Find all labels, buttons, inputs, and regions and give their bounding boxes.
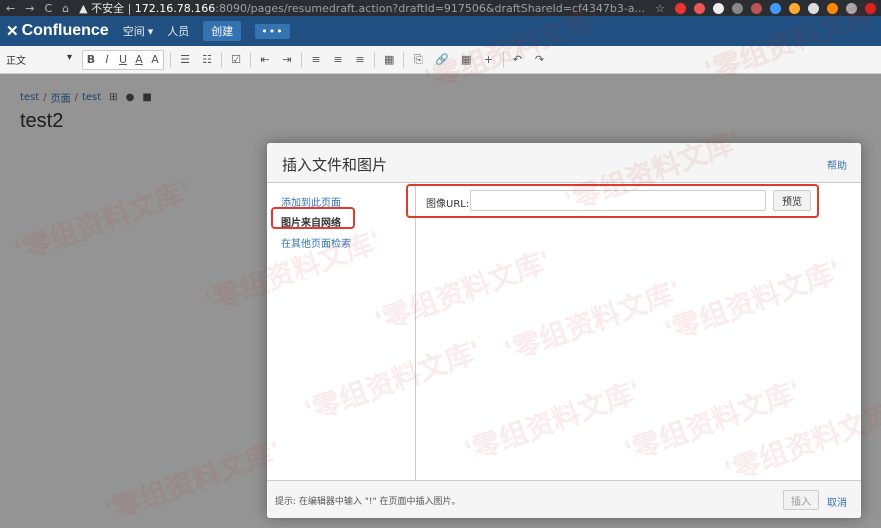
url-host: 172.16.78.166 xyxy=(134,2,216,15)
extension-icon[interactable] xyxy=(826,2,838,14)
extension-icon[interactable] xyxy=(731,2,743,14)
extension-icons xyxy=(674,2,876,14)
align-left-button[interactable]: ≡ xyxy=(308,51,324,69)
text-color-button[interactable]: A xyxy=(131,51,147,69)
extension-icon[interactable] xyxy=(750,2,762,14)
align-right-button[interactable]: ≡ xyxy=(352,51,368,69)
create-button[interactable]: 创建 xyxy=(203,21,242,41)
nav-search-other-pages[interactable]: 在其他页面检索 xyxy=(281,235,351,250)
logo-text: Confluence xyxy=(21,22,109,39)
divider xyxy=(502,51,504,68)
security-warning: ▲ 不安全 xyxy=(79,2,125,15)
dialog-title: 插入文件和图片 xyxy=(282,156,388,174)
bullet-list-button[interactable]: ☰ xyxy=(177,51,193,69)
paragraph-style-select[interactable]: 正文 ▾ xyxy=(6,52,76,67)
bold-button[interactable]: B xyxy=(83,51,99,69)
url-path: :8090/pages/resumedraft.action?draftId=9… xyxy=(215,2,646,15)
extension-icon[interactable] xyxy=(864,2,876,14)
extension-icon[interactable] xyxy=(769,2,781,14)
nav-image-from-web[interactable]: 图片来自网络 xyxy=(281,214,341,229)
underline-button[interactable]: U xyxy=(115,51,131,69)
adblock-icon[interactable] xyxy=(674,2,686,14)
bookmark-star-icon[interactable]: ☆ xyxy=(655,2,665,15)
divider xyxy=(374,51,375,68)
align-center-button[interactable]: ≡ xyxy=(330,51,346,69)
back-icon[interactable]: ← xyxy=(6,2,15,15)
insert-file-button[interactable]: ⎘ xyxy=(410,51,426,69)
editor-toolbar: 正文 ▾ B I U A A ☰ ☷ ☑ ⇤ ⇥ ≡ ≡ ≡ ▦ ⎘ 🔗 ▦ +… xyxy=(0,46,881,74)
divider xyxy=(301,51,302,68)
extension-icon[interactable] xyxy=(807,2,819,14)
confluence-logo-icon: ✕ xyxy=(6,23,19,40)
table-button[interactable]: ▦ xyxy=(458,51,474,69)
help-link[interactable]: 帮助 xyxy=(827,157,847,172)
extension-icon[interactable] xyxy=(693,2,705,14)
font-size-button[interactable]: A xyxy=(147,51,163,69)
extension-icon[interactable] xyxy=(712,2,724,14)
image-url-input[interactable] xyxy=(470,190,766,211)
link-icon[interactable]: 🔗 xyxy=(432,51,452,69)
extension-icon[interactable] xyxy=(845,2,857,14)
insert-file-image-dialog: 插入文件和图片 帮助 添加到此页面 图片来自网络 在其他页面检索 图像URL: … xyxy=(267,143,861,518)
confluence-logo[interactable]: ✕ Confluence xyxy=(6,22,109,40)
undo-icon[interactable]: ↶ xyxy=(510,51,526,69)
divider xyxy=(250,51,251,68)
extension-icon[interactable] xyxy=(788,2,800,14)
redo-icon[interactable]: ↷ xyxy=(532,51,548,69)
browser-toolbar: ← → C ⌂ ▲ 不安全 | 172.16.78.166:8090/pages… xyxy=(0,0,881,16)
divider xyxy=(403,51,405,68)
outdent-button[interactable]: ⇤ xyxy=(257,51,273,69)
dialog-main-panel: 图像URL: 预览 xyxy=(416,183,861,480)
nav-attach-to-page[interactable]: 添加到此页面 xyxy=(281,194,341,209)
app-header: ✕ Confluence 空间 ▾ 人员 创建 ••• xyxy=(0,16,881,46)
preview-button[interactable]: 预览 xyxy=(773,190,811,211)
divider xyxy=(170,51,171,68)
chevron-down-icon: ▾ xyxy=(147,24,154,38)
page-layout-button[interactable]: ▦ xyxy=(381,51,397,69)
address-bar[interactable]: ▲ 不安全 | 172.16.78.166:8090/pages/resumed… xyxy=(79,0,645,16)
insert-button[interactable]: 插入 xyxy=(783,490,819,510)
spaces-menu[interactable]: 空间 ▾ xyxy=(123,23,154,39)
cancel-link[interactable]: 取消 xyxy=(827,494,847,509)
italic-button[interactable]: I xyxy=(99,51,115,69)
text-format-group: B I U A A xyxy=(82,49,164,70)
dialog-header: 插入文件和图片 帮助 xyxy=(267,143,861,183)
numbered-list-button[interactable]: ☷ xyxy=(199,51,215,69)
reload-icon[interactable]: C xyxy=(44,2,52,15)
home-icon[interactable]: ⌂ xyxy=(62,2,69,15)
more-create-button[interactable]: ••• xyxy=(255,23,290,39)
chevron-down-icon: ▾ xyxy=(66,52,72,63)
divider xyxy=(221,51,222,68)
task-list-button[interactable]: ☑ xyxy=(228,51,244,69)
indent-button[interactable]: ⇥ xyxy=(279,51,295,69)
forward-icon[interactable]: → xyxy=(25,2,34,15)
people-link[interactable]: 人员 xyxy=(167,23,189,39)
hint-text: 提示: 在编辑器中输入 "!" 在页面中插入图片。 xyxy=(275,497,461,507)
dialog-nav: 添加到此页面 图片来自网络 在其他页面检索 xyxy=(267,183,416,480)
insert-more-button[interactable]: + xyxy=(481,51,497,69)
dialog-footer: 提示: 在编辑器中输入 "!" 在页面中插入图片。 插入 取消 xyxy=(267,480,861,518)
image-url-label: 图像URL: xyxy=(426,199,470,210)
